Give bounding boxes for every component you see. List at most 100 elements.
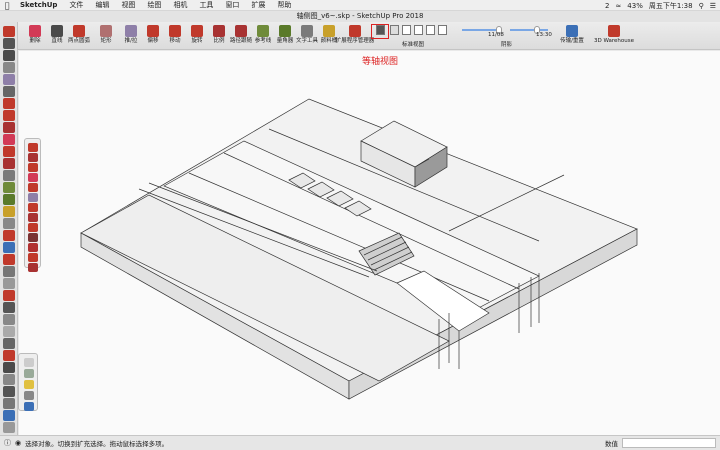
left-tool-icon[interactable] — [3, 230, 15, 241]
left-tool-icon[interactable] — [3, 86, 15, 97]
menu-camera[interactable]: 相机 — [167, 0, 193, 10]
left-tool-icon[interactable] — [3, 218, 15, 229]
left-tool-icon[interactable] — [3, 170, 15, 181]
left-tool-icon[interactable] — [3, 422, 15, 433]
tool-icon — [29, 25, 41, 37]
shadow-time-slider[interactable] — [510, 26, 548, 34]
info-icon[interactable]: ⓘ — [4, 438, 11, 448]
left-tool-icon[interactable] — [3, 146, 15, 157]
help-icon[interactable]: ◉ — [15, 439, 21, 447]
wifi-icon[interactable]: ≈ — [615, 2, 621, 10]
tool-icon — [279, 25, 291, 37]
palette-tool-icon[interactable] — [28, 193, 38, 202]
left-tool-icon[interactable] — [3, 386, 15, 397]
clock[interactable]: 周五下午1:38 — [649, 1, 693, 11]
left-tool-icon[interactable] — [3, 38, 15, 49]
view-button-back[interactable] — [438, 25, 447, 35]
left-tool-icon[interactable] — [3, 182, 15, 193]
view-button-top[interactable] — [390, 25, 399, 35]
model-drawing[interactable] — [19, 51, 720, 435]
left-tool-icon[interactable] — [3, 98, 15, 109]
menu-draw[interactable]: 绘图 — [141, 0, 167, 10]
notification-badge[interactable]: 2 — [605, 2, 609, 10]
tool-icon — [235, 25, 247, 37]
model-viewport[interactable] — [19, 51, 720, 435]
palette-tool-icon[interactable] — [28, 213, 38, 222]
palette-tool-icon[interactable] — [28, 233, 38, 242]
palette-tool-icon[interactable] — [28, 253, 38, 262]
tool-icon — [73, 25, 85, 37]
left-tool-icon[interactable] — [3, 254, 15, 265]
left-tool-icon[interactable] — [3, 410, 15, 421]
menu-view[interactable]: 视图 — [115, 0, 141, 10]
palette-tool-icon[interactable] — [28, 243, 38, 252]
tool-icon — [51, 25, 63, 37]
left-tool-icon[interactable] — [3, 110, 15, 121]
view-button-home[interactable] — [402, 25, 411, 35]
style-palette-icon[interactable] — [24, 402, 34, 411]
left-tool-icon[interactable] — [3, 26, 15, 37]
left-tool-icon[interactable] — [3, 194, 15, 205]
left-tool-icon[interactable] — [3, 278, 15, 289]
shadow-date-slider[interactable] — [462, 26, 502, 34]
menu-extensions[interactable]: 扩展 — [245, 0, 271, 10]
left-tool-icon[interactable] — [3, 206, 15, 217]
left-tool-icon[interactable] — [3, 134, 15, 145]
annotation-iso-view: 等轴视图 — [362, 57, 399, 67]
palette-tool-icon[interactable] — [28, 203, 38, 212]
warehouse-icon — [608, 25, 620, 37]
palette-tool-icon[interactable] — [28, 163, 38, 172]
left-tool-icon[interactable] — [3, 50, 15, 61]
left-tool-icon[interactable] — [3, 398, 15, 409]
view-button-front[interactable] — [414, 25, 423, 35]
tool-label: 扩展程序管理器 — [335, 38, 375, 44]
menubar-status-area: 2 ≈ 43% 周五下午1:38 ⚲ ☰ — [605, 0, 716, 11]
left-tool-icon[interactable] — [3, 302, 15, 313]
shadow-date-value: 11/08 — [488, 32, 504, 38]
battery-percent[interactable]: 43% — [627, 2, 643, 10]
tool-icon — [169, 25, 181, 37]
view-button-right[interactable] — [426, 25, 435, 35]
style-palette-icon[interactable] — [24, 380, 34, 389]
left-tool-icon[interactable] — [3, 374, 15, 385]
left-tool-icon[interactable] — [3, 338, 15, 349]
menu-help[interactable]: 帮助 — [271, 0, 297, 10]
measurements-input[interactable] — [622, 438, 716, 448]
tool-icon — [301, 25, 313, 37]
style-palette-icon[interactable] — [24, 369, 34, 378]
palette-tool-icon[interactable] — [28, 223, 38, 232]
menu-file[interactable]: 文件 — [63, 0, 89, 10]
left-tool-column — [0, 22, 18, 442]
left-tool-icon[interactable] — [3, 158, 15, 169]
left-tool-icon[interactable] — [3, 362, 15, 373]
left-tool-icon[interactable] — [3, 350, 15, 361]
left-tool-icon[interactable] — [3, 314, 15, 325]
palette-tool-icon[interactable] — [28, 153, 38, 162]
apple-icon[interactable]:  — [0, 1, 14, 10]
left-tool-icon[interactable] — [3, 122, 15, 133]
menu-edit[interactable]: 编辑 — [89, 0, 115, 10]
style-palette-icon[interactable] — [24, 358, 34, 367]
palette-tool-icon[interactable] — [28, 183, 38, 192]
palette-tool-icon[interactable] — [28, 143, 38, 152]
palette-tool-icon[interactable] — [28, 263, 38, 272]
tool-icon — [100, 25, 112, 37]
menu-window[interactable]: 窗口 — [219, 0, 245, 10]
menu-list-icon[interactable]: ☰ — [710, 2, 716, 10]
palette-tool-icon[interactable] — [28, 173, 38, 182]
warehouse-button[interactable]: 3D Warehouse — [594, 24, 634, 50]
left-tool-icon[interactable] — [3, 242, 15, 253]
share-model-button[interactable]: 传输/重置 — [558, 24, 586, 50]
left-tool-icon[interactable] — [3, 266, 15, 277]
menu-tools[interactable]: 工具 — [193, 0, 219, 10]
floating-tool-palette — [24, 138, 41, 272]
left-tool-icon[interactable] — [3, 74, 15, 85]
left-tool-icon[interactable] — [3, 290, 15, 301]
search-icon[interactable]: ⚲ — [699, 2, 704, 10]
left-tool-icon[interactable] — [3, 326, 15, 337]
left-tool-icon[interactable] — [3, 62, 15, 73]
style-palette-icon[interactable] — [24, 391, 34, 400]
macos-menubar:  SketchUp 文件 编辑 视图 绘图 相机 工具 窗口 扩展 帮助 2 … — [0, 0, 720, 11]
tool-button-14[interactable]: 扩展程序管理器 — [336, 24, 374, 50]
menu-app-name[interactable]: SketchUp — [14, 1, 63, 9]
